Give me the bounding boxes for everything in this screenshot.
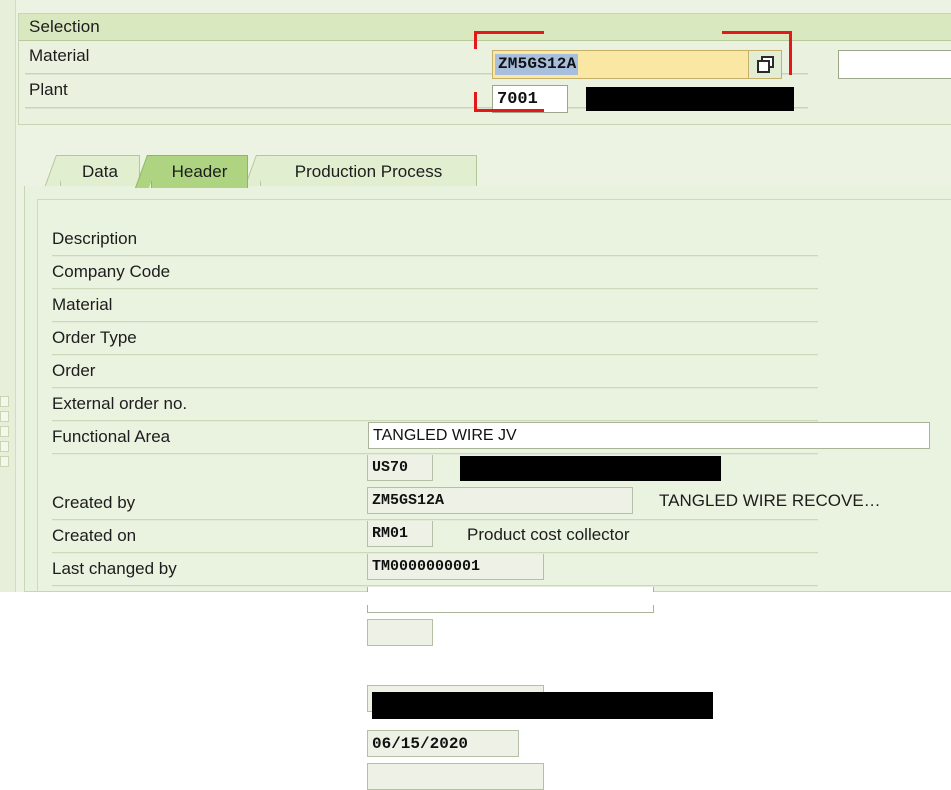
field-row-last-changed-by: Last changed by (38, 554, 838, 587)
tab-left-edge (43, 155, 71, 188)
plant-input[interactable]: 7001 (492, 85, 568, 113)
viewport-bottom-edge (0, 592, 951, 605)
field-row-material: Material (38, 290, 838, 323)
material-secondary-input[interactable] (838, 50, 951, 79)
tab-strip: Data Header Production Process (36, 155, 951, 189)
tab-data[interactable]: Data (43, 155, 140, 188)
plant-description-redaction (586, 87, 794, 111)
field-row-order: Order (38, 356, 838, 389)
left-gutter (0, 0, 16, 592)
tab-header[interactable]: Header (134, 155, 248, 188)
grip-notch (0, 411, 9, 422)
application-canvas: Selection Material Plant ZM5GS12A 7001 D… (0, 0, 951, 790)
selection-group-box: Selection Material Plant (18, 13, 951, 125)
material-detail-label: Material (52, 295, 113, 314)
tab-data-label: Data (82, 162, 118, 181)
header-detail-panel: Description TANGLED WIRE JV Company Code… (24, 186, 951, 790)
tab-production-process[interactable]: Production Process (243, 155, 477, 188)
plant-label: Plant (29, 80, 68, 99)
left-divider (15, 0, 16, 592)
external-order-no-label: External order no. (52, 394, 188, 413)
company-code-input[interactable]: US70 (367, 454, 433, 481)
selection-row-plant: Plant (19, 75, 951, 109)
header-detail-inner: Description TANGLED WIRE JV Company Code… (37, 199, 951, 790)
field-row-external-order-no: External order no. (38, 389, 838, 422)
grip-notch (0, 396, 9, 407)
selection-group-header: Selection (19, 14, 951, 41)
created-on-label: Created on (52, 526, 137, 545)
field-row-order-type: Order Type (38, 323, 838, 356)
selection-group-title: Selection (29, 17, 100, 36)
material-search-input-value: ZM5GS12A (495, 54, 579, 75)
tab-header-label: Header (171, 162, 228, 181)
field-row-description: Description (38, 224, 838, 257)
grip-notch (0, 456, 9, 467)
field-row-created-on: Created on (38, 521, 838, 554)
splitter-grip-handle[interactable] (0, 396, 9, 470)
description-label: Description (52, 229, 138, 248)
last-changed-by-input[interactable] (367, 763, 544, 790)
created-on-input[interactable]: 06/15/2020 (367, 730, 519, 757)
functional-area-input[interactable] (367, 619, 433, 646)
multiple-selection-button[interactable] (748, 51, 781, 78)
grip-notch (0, 441, 9, 452)
last-changed-by-label: Last changed by (52, 559, 177, 578)
row-separator (52, 585, 818, 587)
material-search-input[interactable]: ZM5GS12A (492, 50, 782, 79)
row-separator (52, 453, 818, 455)
company-code-label: Company Code (52, 262, 171, 281)
order-type-label: Order Type (52, 328, 137, 347)
multiple-selection-icon (756, 56, 774, 73)
clipped-content (0, 592, 951, 605)
field-row-company-code: Company Code (38, 257, 838, 290)
company-code-description-redaction (460, 456, 721, 481)
order-label: Order (52, 361, 96, 380)
field-row-functional-area: Functional Area (38, 422, 838, 455)
screenshot-root: Selection Material Plant ZM5GS12A 7001 D… (0, 0, 951, 790)
tab-production-process-label: Production Process (294, 162, 443, 181)
created-by-redaction (372, 692, 713, 719)
field-row-created-by: Created by (38, 488, 838, 521)
functional-area-label: Functional Area (52, 427, 171, 446)
grip-notch (0, 426, 9, 437)
selection-row-material: Material (19, 41, 951, 75)
material-label: Material (29, 46, 90, 65)
created-by-label: Created by (52, 493, 136, 512)
